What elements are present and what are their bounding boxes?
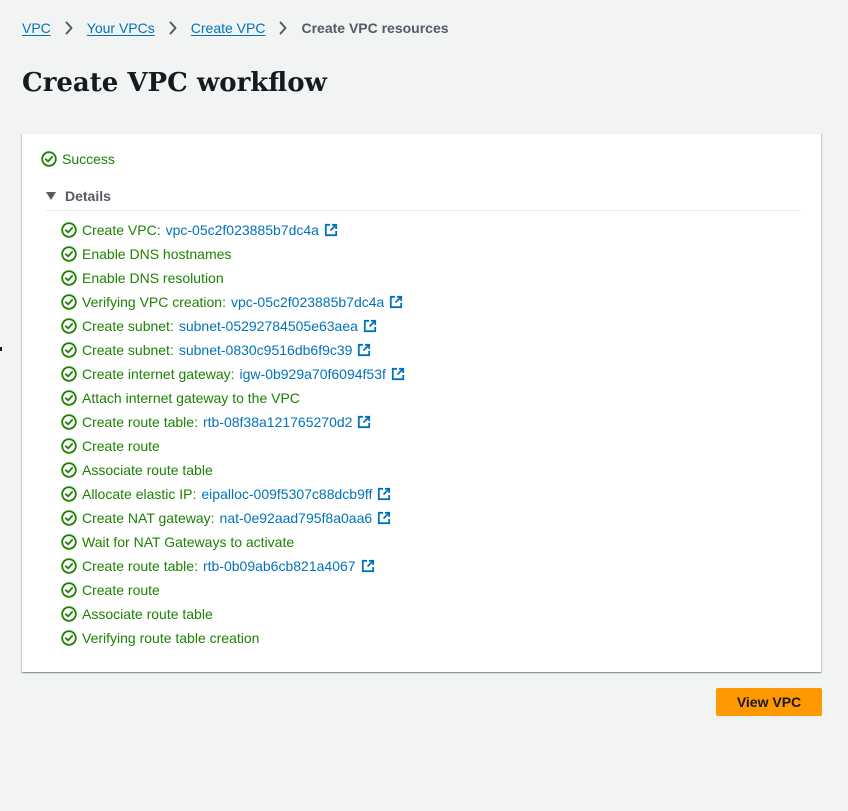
workflow-panel: Success Details Create VPC: vpc-05c2f0238… xyxy=(22,133,821,672)
step-item: Create route xyxy=(61,578,405,602)
step-label: Create route table: xyxy=(82,558,198,574)
status-success: Success xyxy=(41,151,115,167)
check-circle-icon xyxy=(61,486,77,502)
check-circle-icon xyxy=(61,390,77,406)
step-item: Create subnet: subnet-05292784505e63aea xyxy=(61,314,405,338)
breadcrumb-current: Create VPC resources xyxy=(301,20,449,36)
external-link-icon[interactable] xyxy=(377,487,391,501)
check-circle-icon xyxy=(61,582,77,598)
external-link-icon[interactable] xyxy=(363,319,377,333)
step-label: Allocate elastic IP: xyxy=(82,486,197,502)
resource-link[interactable]: vpc-05c2f023885b7dc4a xyxy=(231,294,384,310)
check-circle-icon xyxy=(61,318,77,334)
step-label: Wait for NAT Gateways to activate xyxy=(82,534,295,550)
step-item: Enable DNS hostnames xyxy=(61,242,405,266)
step-item: Create subnet: subnet-0830c9516db6f9c39 xyxy=(61,338,405,362)
breadcrumb-vpc[interactable]: VPC xyxy=(22,20,51,36)
step-item: Create VPC: vpc-05c2f023885b7dc4a xyxy=(61,218,405,242)
step-item: Verifying route table creation xyxy=(61,626,405,650)
step-item: Attach internet gateway to the VPC xyxy=(61,386,405,410)
resource-link[interactable]: igw-0b929a70f6094f53f xyxy=(240,366,386,382)
step-label: Create VPC: xyxy=(82,222,161,238)
resource-link[interactable]: eipalloc-009f5307c88dcb9ff xyxy=(201,486,372,502)
step-item: Wait for NAT Gateways to activate xyxy=(61,530,405,554)
external-link-icon[interactable] xyxy=(361,559,375,573)
step-label: Create route table: xyxy=(82,414,198,430)
resource-link[interactable]: vpc-05c2f023885b7dc4a xyxy=(166,222,319,238)
external-link-icon[interactable] xyxy=(357,415,371,429)
check-circle-icon xyxy=(61,270,77,286)
check-circle-icon xyxy=(61,294,77,310)
page-title: Create VPC workflow xyxy=(22,68,327,98)
breadcrumb-your-vpcs[interactable]: Your VPCs xyxy=(87,20,155,36)
check-circle-icon xyxy=(61,558,77,574)
external-link-icon[interactable] xyxy=(389,295,403,309)
step-item: Verifying VPC creation: vpc-05c2f023885b7… xyxy=(61,290,405,314)
external-link-icon[interactable] xyxy=(377,511,391,525)
step-label: Create subnet: xyxy=(82,318,174,334)
breadcrumb: VPC Your VPCs Create VPC Create VPC reso… xyxy=(22,18,449,38)
step-item: Create route table: rtb-08f38a121765270d2 xyxy=(61,410,405,434)
step-item: Allocate elastic IP: eipalloc-009f5307c88… xyxy=(61,482,405,506)
step-label: Create route xyxy=(82,582,160,598)
details-toggle[interactable]: Details xyxy=(46,188,801,211)
steps-list: Create VPC: vpc-05c2f023885b7dc4a Enable D… xyxy=(61,218,405,650)
check-circle-icon xyxy=(61,534,77,550)
details-label: Details xyxy=(65,188,111,204)
step-label: Verifying VPC creation: xyxy=(82,294,226,310)
check-circle-icon xyxy=(61,438,77,454)
check-circle-icon xyxy=(61,366,77,382)
resource-link[interactable]: subnet-05292784505e63aea xyxy=(179,318,358,334)
chevron-right-icon xyxy=(155,21,191,35)
step-item: Create NAT gateway: nat-0e92aad795f8a0aa6 xyxy=(61,506,405,530)
step-label: Verifying route table creation xyxy=(82,630,260,646)
chevron-right-icon xyxy=(265,21,301,35)
external-link-icon[interactable] xyxy=(391,367,405,381)
step-item: Create internet gateway: igw-0b929a70f609… xyxy=(61,362,405,386)
edge-marker xyxy=(0,347,2,351)
step-item: Associate route table xyxy=(61,602,405,626)
step-label: Enable DNS hostnames xyxy=(82,246,232,262)
step-item: Associate route table xyxy=(61,458,405,482)
step-label: Create NAT gateway: xyxy=(82,510,215,526)
check-circle-icon xyxy=(61,462,77,478)
check-circle-icon xyxy=(61,630,77,646)
check-circle-icon xyxy=(61,414,77,430)
check-circle-icon xyxy=(61,342,77,358)
breadcrumb-create-vpc[interactable]: Create VPC xyxy=(191,20,266,36)
caret-down-icon xyxy=(46,192,56,200)
check-circle-icon xyxy=(61,246,77,262)
resource-link[interactable]: nat-0e92aad795f8a0aa6 xyxy=(220,510,373,526)
check-circle-icon xyxy=(41,151,57,167)
view-vpc-button[interactable]: View VPC xyxy=(716,688,822,716)
chevron-right-icon xyxy=(51,21,87,35)
step-label: Associate route table xyxy=(82,606,213,622)
check-circle-icon xyxy=(61,222,77,238)
resource-link[interactable]: subnet-0830c9516db6f9c39 xyxy=(179,342,353,358)
external-link-icon[interactable] xyxy=(357,343,371,357)
check-circle-icon xyxy=(61,606,77,622)
resource-link[interactable]: rtb-0b09ab6cb821a4067 xyxy=(203,558,356,574)
check-circle-icon xyxy=(61,510,77,526)
step-item: Create route table: rtb-0b09ab6cb821a4067 xyxy=(61,554,405,578)
step-label: Associate route table xyxy=(82,462,213,478)
external-link-icon[interactable] xyxy=(324,223,338,237)
status-label: Success xyxy=(62,151,115,167)
step-label: Attach internet gateway to the VPC xyxy=(82,390,300,406)
step-label: Create route xyxy=(82,438,160,454)
step-label: Create internet gateway: xyxy=(82,366,235,382)
step-item: Create route xyxy=(61,434,405,458)
step-item: Enable DNS resolution xyxy=(61,266,405,290)
resource-link[interactable]: rtb-08f38a121765270d2 xyxy=(203,414,352,430)
step-label: Create subnet: xyxy=(82,342,174,358)
step-label: Enable DNS resolution xyxy=(82,270,224,286)
